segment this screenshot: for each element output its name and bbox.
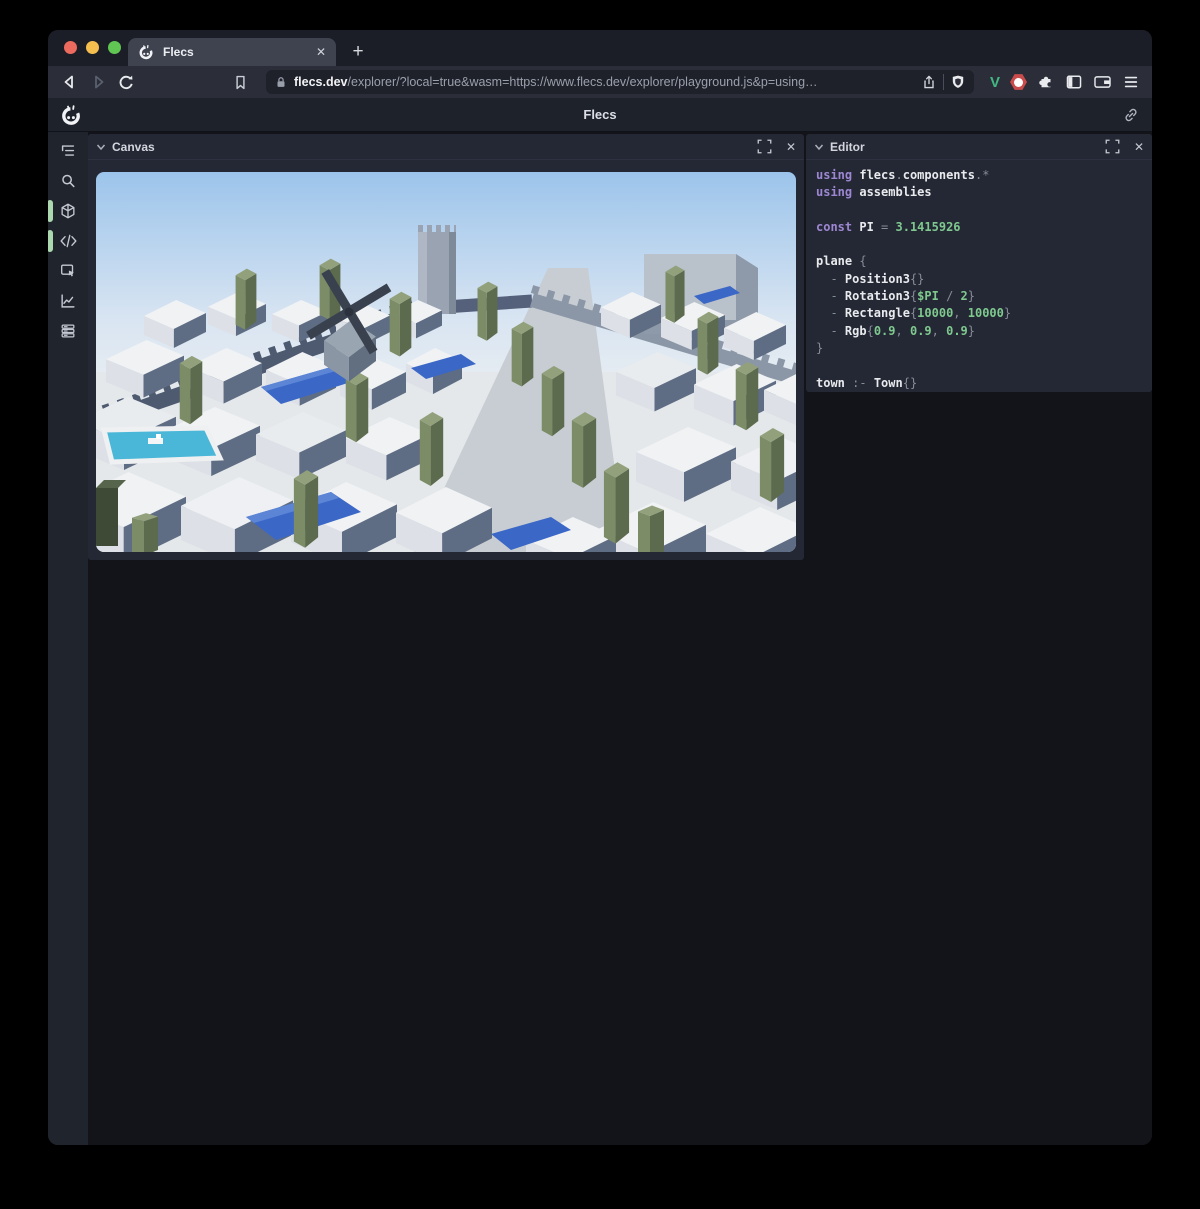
sidebar-item-editor[interactable] xyxy=(48,230,88,252)
sidebar-item-data[interactable] xyxy=(48,320,88,342)
active-indicator xyxy=(48,230,53,252)
url-text: flecs.dev/explorer/?local=true&wasm=http… xyxy=(294,75,921,89)
sidebar-item-stats[interactable] xyxy=(48,290,88,312)
zoom-window-button[interactable] xyxy=(108,41,121,54)
bookmark-icon[interactable] xyxy=(226,69,254,95)
menu-icon[interactable] xyxy=(1122,74,1140,90)
tree-outline-icon xyxy=(59,142,77,160)
cursor-select-icon xyxy=(59,262,77,280)
tool-sidebar xyxy=(48,132,88,1145)
canvas-panel-header[interactable]: Canvas ✕ xyxy=(88,134,804,160)
sidebar-item-entity-tree[interactable] xyxy=(48,140,88,162)
tab-flecs[interactable]: Flecs ✕ xyxy=(128,38,336,66)
page-title: Flecs xyxy=(48,107,1152,122)
app-header: Flecs xyxy=(48,98,1152,132)
minimize-window-button[interactable] xyxy=(86,41,99,54)
canvas-3d-viewport[interactable] xyxy=(96,172,796,552)
forward-icon[interactable] xyxy=(84,69,112,95)
reload-icon[interactable] xyxy=(112,69,140,95)
panel-title: Editor xyxy=(830,140,1099,154)
rows-icon xyxy=(59,322,77,340)
lock-icon xyxy=(274,75,288,89)
editor-panel-header[interactable]: Editor ✕ xyxy=(806,134,1152,160)
back-icon[interactable] xyxy=(56,69,84,95)
chevron-down-icon[interactable] xyxy=(96,143,106,151)
vue-devtools-icon[interactable]: V xyxy=(990,74,1000,91)
new-tab-button[interactable]: + xyxy=(344,38,372,66)
active-indicator xyxy=(48,200,53,222)
tab-bar: Flecs ✕ + xyxy=(48,30,1152,66)
close-window-button[interactable] xyxy=(64,41,77,54)
fullscreen-icon[interactable] xyxy=(757,139,772,154)
flecs-logo-icon xyxy=(138,44,154,60)
share-icon[interactable] xyxy=(921,74,937,90)
close-icon[interactable]: ✕ xyxy=(1134,140,1144,154)
permalink-icon[interactable] xyxy=(1122,106,1140,124)
brave-shield-icon[interactable] xyxy=(950,74,966,90)
divider xyxy=(943,74,944,90)
editor-panel: Editor ✕ using flecs.components.*using a… xyxy=(806,134,1152,392)
panel-area: Canvas ✕ xyxy=(88,132,1152,1145)
fullscreen-icon[interactable] xyxy=(1105,139,1120,154)
sidebar-item-search[interactable] xyxy=(48,170,88,192)
chevron-down-icon[interactable] xyxy=(814,143,824,151)
town-3d-scene xyxy=(96,172,796,552)
extension-icons: V xyxy=(990,73,1140,91)
navigation-bar: flecs.dev/explorer/?local=true&wasm=http… xyxy=(48,66,1152,98)
code-icon xyxy=(59,232,78,250)
chart-icon xyxy=(59,292,77,310)
wallet-icon[interactable] xyxy=(1093,73,1112,91)
cube-icon xyxy=(59,202,77,220)
panel-title: Canvas xyxy=(112,140,751,154)
sidebar-toggle-icon[interactable] xyxy=(1065,73,1083,91)
traffic-lights xyxy=(64,41,121,54)
browser-window: Flecs ✕ + flecs.dev/explorer/?local=true… xyxy=(48,30,1152,1145)
close-icon[interactable]: ✕ xyxy=(786,140,796,154)
url-bar[interactable]: flecs.dev/explorer/?local=true&wasm=http… xyxy=(266,70,974,94)
puzzle-extensions-icon[interactable] xyxy=(1037,73,1055,91)
tab-close-icon[interactable]: ✕ xyxy=(316,45,326,59)
editor-code[interactable]: using flecs.components.*using assemblies… xyxy=(806,160,1152,392)
search-icon xyxy=(59,172,77,190)
canvas-panel: Canvas ✕ xyxy=(88,134,804,560)
red-hexagon-extension-icon[interactable] xyxy=(1010,74,1027,91)
scene-tower xyxy=(418,230,456,314)
app-content: Canvas ✕ xyxy=(48,132,1152,1145)
sidebar-item-entities[interactable] xyxy=(48,200,88,222)
flecs-logo-icon[interactable] xyxy=(60,104,82,126)
tab-title: Flecs xyxy=(163,45,316,59)
sidebar-item-inspector[interactable] xyxy=(48,260,88,282)
